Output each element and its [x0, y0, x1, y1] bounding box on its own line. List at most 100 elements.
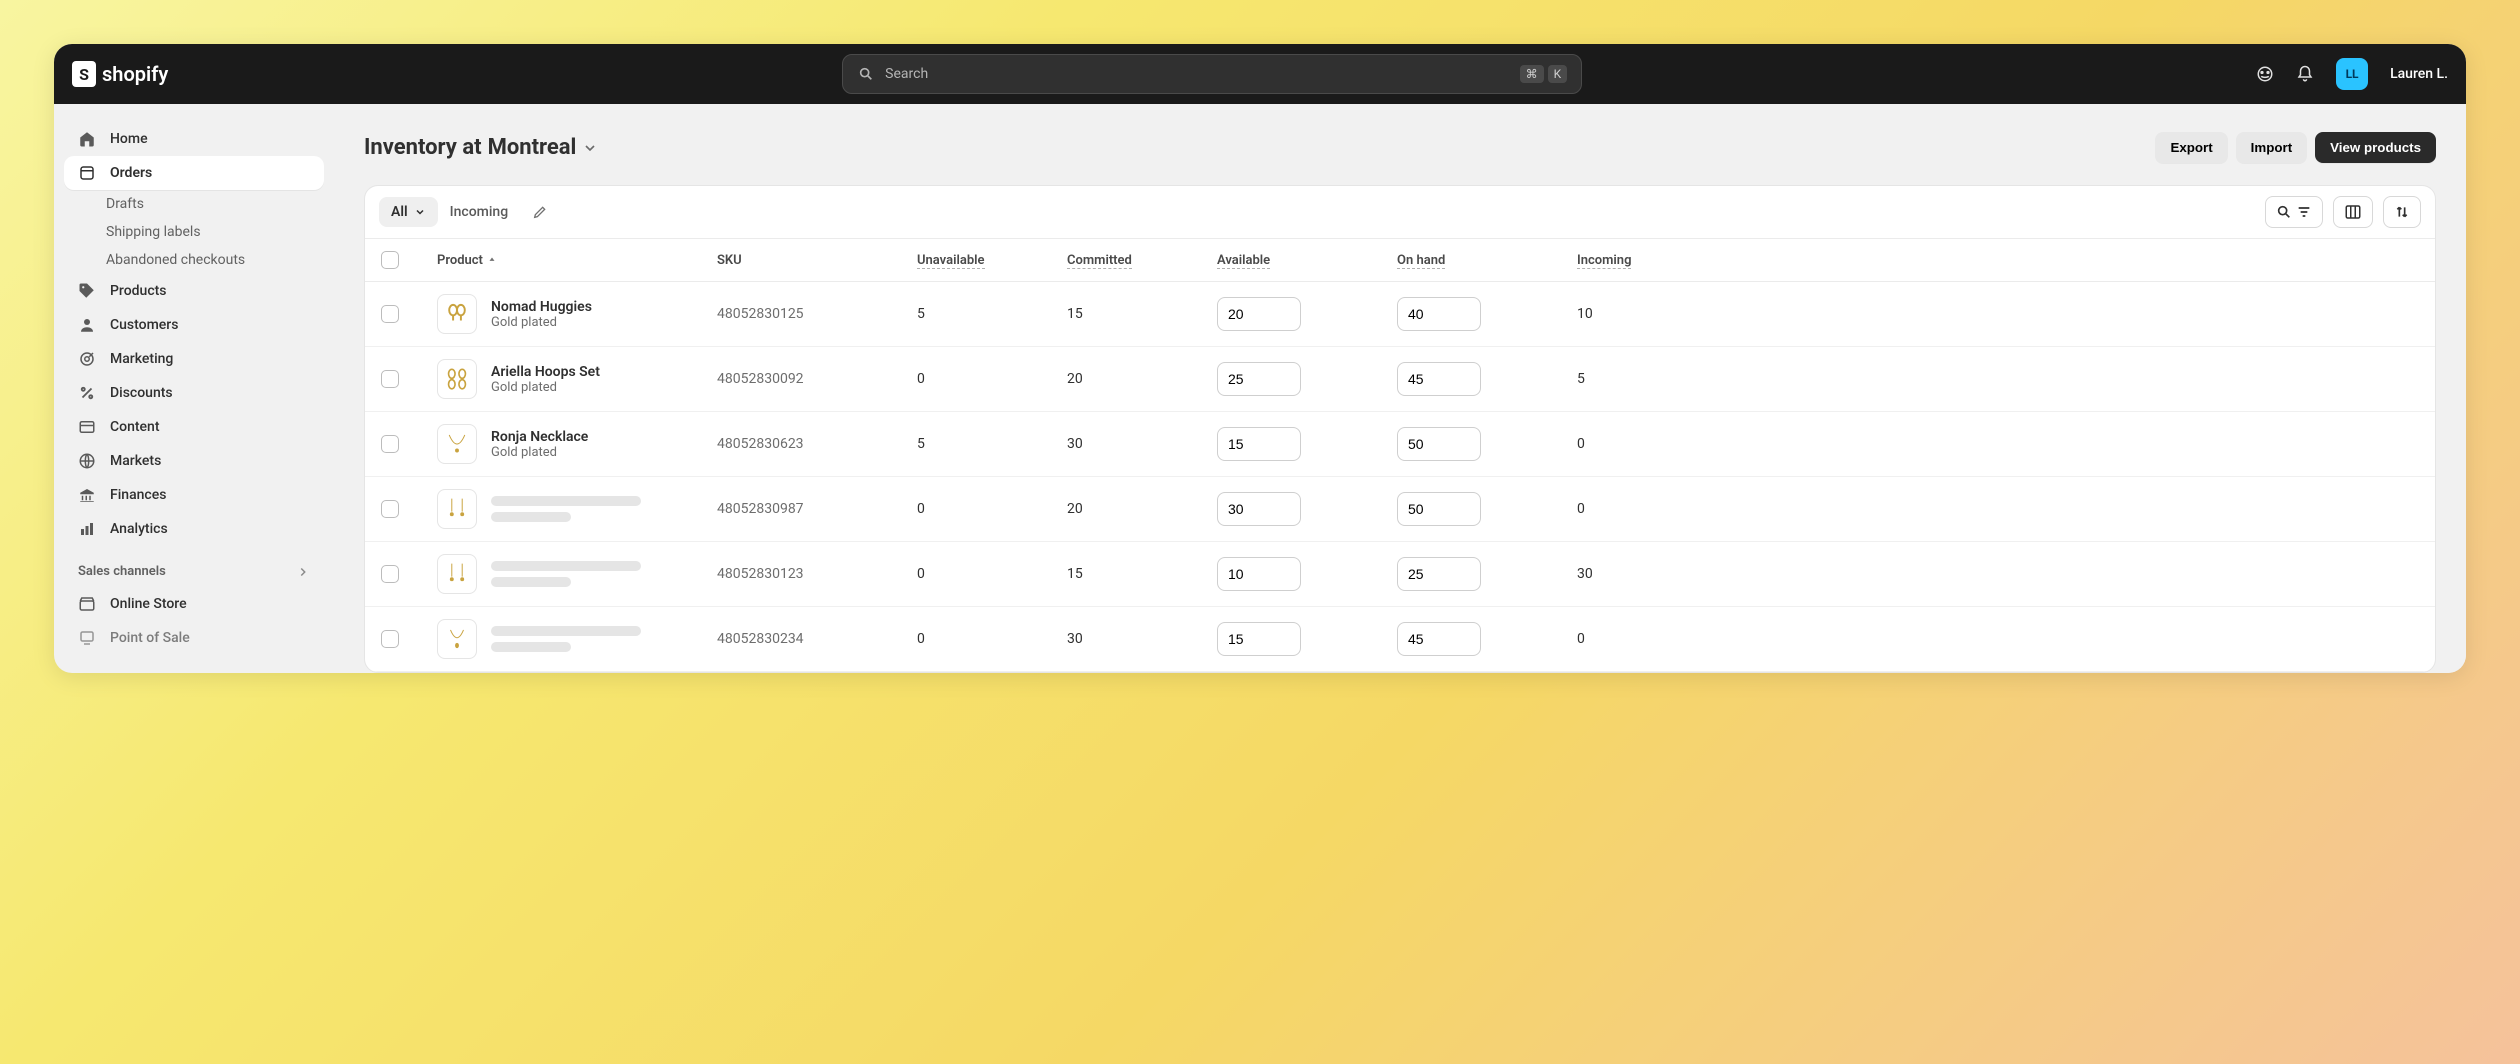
sidebar-item-online-store[interactable]: Online Store — [64, 587, 324, 621]
col-sku[interactable]: SKU — [717, 253, 917, 268]
col-incoming[interactable]: Incoming — [1577, 253, 1631, 269]
select-all-checkbox[interactable] — [381, 251, 399, 269]
face-icon[interactable] — [2256, 65, 2274, 83]
row-checkbox[interactable] — [381, 565, 399, 583]
table-header: Product SKU Unavailable Committed Availa… — [365, 239, 2435, 282]
committed-cell: 20 — [1067, 371, 1217, 387]
edit-tabs-button[interactable] — [520, 197, 560, 227]
sidebar-item-drafts[interactable]: Drafts — [64, 190, 324, 218]
pos-icon — [78, 629, 96, 647]
sidebar-item-marketing[interactable]: Marketing — [64, 342, 324, 376]
tag-icon — [78, 282, 96, 300]
product-thumb[interactable] — [437, 489, 477, 529]
inventory-card: All Incoming — [364, 185, 2436, 673]
sort-asc-icon — [487, 255, 497, 265]
import-button[interactable]: Import — [2236, 132, 2307, 163]
table-row: Ronja NecklaceGold plated 48052830623 5 … — [365, 412, 2435, 477]
available-input[interactable] — [1217, 492, 1301, 526]
row-checkbox[interactable] — [381, 435, 399, 453]
page-title[interactable]: Inventory at Montreal — [364, 135, 598, 160]
tab-incoming[interactable]: Incoming — [438, 197, 521, 227]
table-row: Nomad HuggiesGold plated 48052830125 5 1… — [365, 282, 2435, 347]
avatar[interactable]: LL — [2336, 58, 2368, 90]
col-unavailable[interactable]: Unavailable — [917, 253, 985, 269]
col-committed[interactable]: Committed — [1067, 253, 1132, 269]
onhand-input[interactable] — [1397, 557, 1481, 591]
product-thumb[interactable] — [437, 359, 477, 399]
person-icon — [78, 316, 96, 334]
sidebar-item-shipping-labels[interactable]: Shipping labels — [64, 218, 324, 246]
onhand-input[interactable] — [1397, 622, 1481, 656]
columns-icon — [2344, 203, 2362, 221]
incoming-cell: 0 — [1577, 436, 1707, 452]
product-thumb[interactable] — [437, 554, 477, 594]
brand-name: shopify — [102, 62, 168, 86]
unavailable-cell: 5 — [917, 306, 1067, 322]
sort-button[interactable] — [2383, 196, 2421, 228]
col-product[interactable]: Product — [437, 253, 717, 268]
available-input[interactable] — [1217, 297, 1301, 331]
sidebar: Home Orders Drafts Shipping labels Aband… — [54, 104, 334, 673]
bell-icon[interactable] — [2296, 65, 2314, 83]
onhand-input[interactable] — [1397, 492, 1481, 526]
brand-logo[interactable]: shopify — [72, 61, 168, 87]
columns-button[interactable] — [2333, 196, 2373, 228]
search-input[interactable]: Search ⌘K — [842, 54, 1582, 94]
product-thumb[interactable] — [437, 294, 477, 334]
row-checkbox[interactable] — [381, 500, 399, 518]
bank-icon — [78, 486, 96, 504]
available-input[interactable] — [1217, 557, 1301, 591]
product-name[interactable]: Ronja Necklace — [491, 429, 588, 445]
table-row: 48052830987 0 20 0 — [365, 477, 2435, 542]
sidebar-item-discounts[interactable]: Discounts — [64, 376, 324, 410]
row-checkbox[interactable] — [381, 370, 399, 388]
product-thumb[interactable] — [437, 619, 477, 659]
sidebar-item-abandoned-checkouts[interactable]: Abandoned checkouts — [64, 246, 324, 274]
sidebar-item-pos[interactable]: Point of Sale — [64, 621, 324, 655]
app-window: shopify Search ⌘K LL Lauren L. — [54, 44, 2466, 673]
product-name[interactable]: Ariella Hoops Set — [491, 364, 600, 380]
sidebar-item-home[interactable]: Home — [64, 122, 324, 156]
available-input[interactable] — [1217, 362, 1301, 396]
search-icon — [857, 65, 875, 83]
product-name[interactable]: Nomad Huggies — [491, 299, 592, 315]
committed-cell: 15 — [1067, 566, 1217, 582]
onhand-input[interactable] — [1397, 362, 1481, 396]
sidebar-item-orders[interactable]: Orders — [64, 156, 324, 190]
store-icon — [78, 595, 96, 613]
shopify-bag-icon — [72, 61, 96, 87]
search-filter-button[interactable] — [2265, 196, 2323, 228]
target-icon — [78, 350, 96, 368]
unavailable-cell: 5 — [917, 436, 1067, 452]
sidebar-item-finances[interactable]: Finances — [64, 478, 324, 512]
unavailable-cell: 0 — [917, 371, 1067, 387]
unavailable-cell: 0 — [917, 631, 1067, 647]
row-checkbox[interactable] — [381, 305, 399, 323]
available-input[interactable] — [1217, 427, 1301, 461]
view-products-button[interactable]: View products — [2315, 132, 2436, 163]
sidebar-item-content[interactable]: Content — [64, 410, 324, 444]
percent-icon — [78, 384, 96, 402]
product-variant: Gold plated — [491, 315, 592, 330]
tab-all[interactable]: All — [379, 197, 438, 227]
sales-channels-header[interactable]: Sales channels — [64, 546, 324, 587]
globe-icon — [78, 452, 96, 470]
unavailable-cell: 0 — [917, 566, 1067, 582]
sidebar-item-customers[interactable]: Customers — [64, 308, 324, 342]
sidebar-item-products[interactable]: Products — [64, 274, 324, 308]
onhand-input[interactable] — [1397, 427, 1481, 461]
available-input[interactable] — [1217, 622, 1301, 656]
committed-cell: 20 — [1067, 501, 1217, 517]
sidebar-item-markets[interactable]: Markets — [64, 444, 324, 478]
col-available[interactable]: Available — [1217, 253, 1270, 269]
user-name[interactable]: Lauren L. — [2390, 66, 2448, 82]
incoming-cell: 10 — [1577, 306, 1707, 322]
onhand-input[interactable] — [1397, 297, 1481, 331]
sidebar-item-analytics[interactable]: Analytics — [64, 512, 324, 546]
product-thumb[interactable] — [437, 424, 477, 464]
sort-icon — [2394, 204, 2410, 220]
row-checkbox[interactable] — [381, 630, 399, 648]
sku-cell: 48052830623 — [717, 436, 917, 452]
col-onhand[interactable]: On hand — [1397, 253, 1445, 269]
export-button[interactable]: Export — [2155, 132, 2227, 163]
